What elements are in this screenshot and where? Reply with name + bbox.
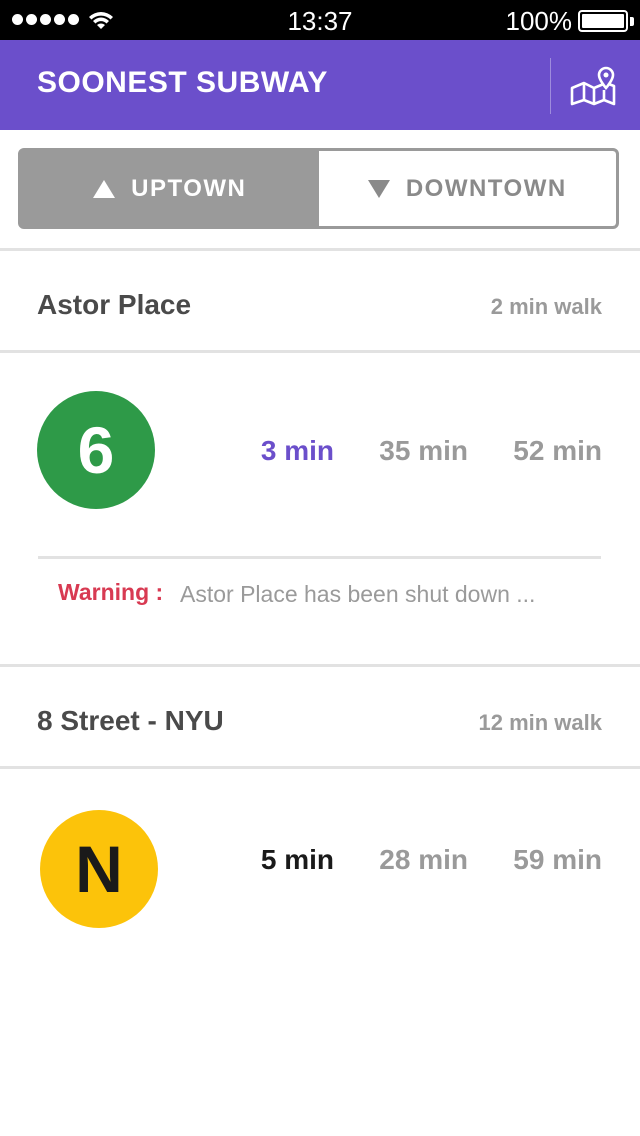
arrival-times: 5 min 28 min 59 min <box>234 844 602 876</box>
status-bar: 13:37 100% <box>0 0 640 40</box>
map-pin-icon[interactable] <box>568 64 620 108</box>
divider <box>38 556 601 559</box>
arrival-time-next: 3 min <box>260 435 334 466</box>
app-header: SOONEST SUBWAY <box>0 40 640 130</box>
header-divider <box>550 58 551 114</box>
divider <box>0 664 640 667</box>
arrival-time-next: 5 min <box>260 844 334 875</box>
battery-tip <box>630 17 634 26</box>
arrival-time: 52 min <box>513 435 602 466</box>
walk-time: 2 min walk <box>490 294 602 319</box>
downtown-tab[interactable]: DOWNTOWN <box>318 151 616 226</box>
app-title: SOONEST SUBWAY <box>37 66 328 99</box>
station-name[interactable]: 8 Street - NYU <box>37 705 224 737</box>
triangle-up-icon <box>93 179 116 198</box>
downtown-label: DOWNTOWN <box>405 174 567 202</box>
direction-segmented-control: UPTOWN DOWNTOWN <box>18 148 619 229</box>
arrival-time: 59 min <box>513 844 602 875</box>
walk-time: 12 min walk <box>478 710 602 735</box>
arrival-times: 3 min 35 min 52 min <box>234 435 602 467</box>
uptown-label: UPTOWN <box>131 174 247 202</box>
battery-percent: 100% <box>505 6 573 36</box>
arrival-time: 28 min <box>379 844 468 875</box>
uptown-tab[interactable]: UPTOWN <box>21 151 319 226</box>
station-name[interactable]: Astor Place <box>37 289 191 321</box>
line-n-badge[interactable]: N <box>40 810 158 928</box>
warning-message[interactable]: Astor Place has been shut down ... <box>180 581 535 608</box>
divider <box>0 766 640 769</box>
divider <box>0 350 640 353</box>
triangle-down-icon <box>367 179 390 198</box>
battery-icon <box>578 10 628 32</box>
warning-label: Warning : <box>58 579 164 605</box>
arrival-time: 35 min <box>379 435 468 466</box>
divider <box>0 248 640 251</box>
line-6-badge[interactable]: 6 <box>37 391 155 509</box>
